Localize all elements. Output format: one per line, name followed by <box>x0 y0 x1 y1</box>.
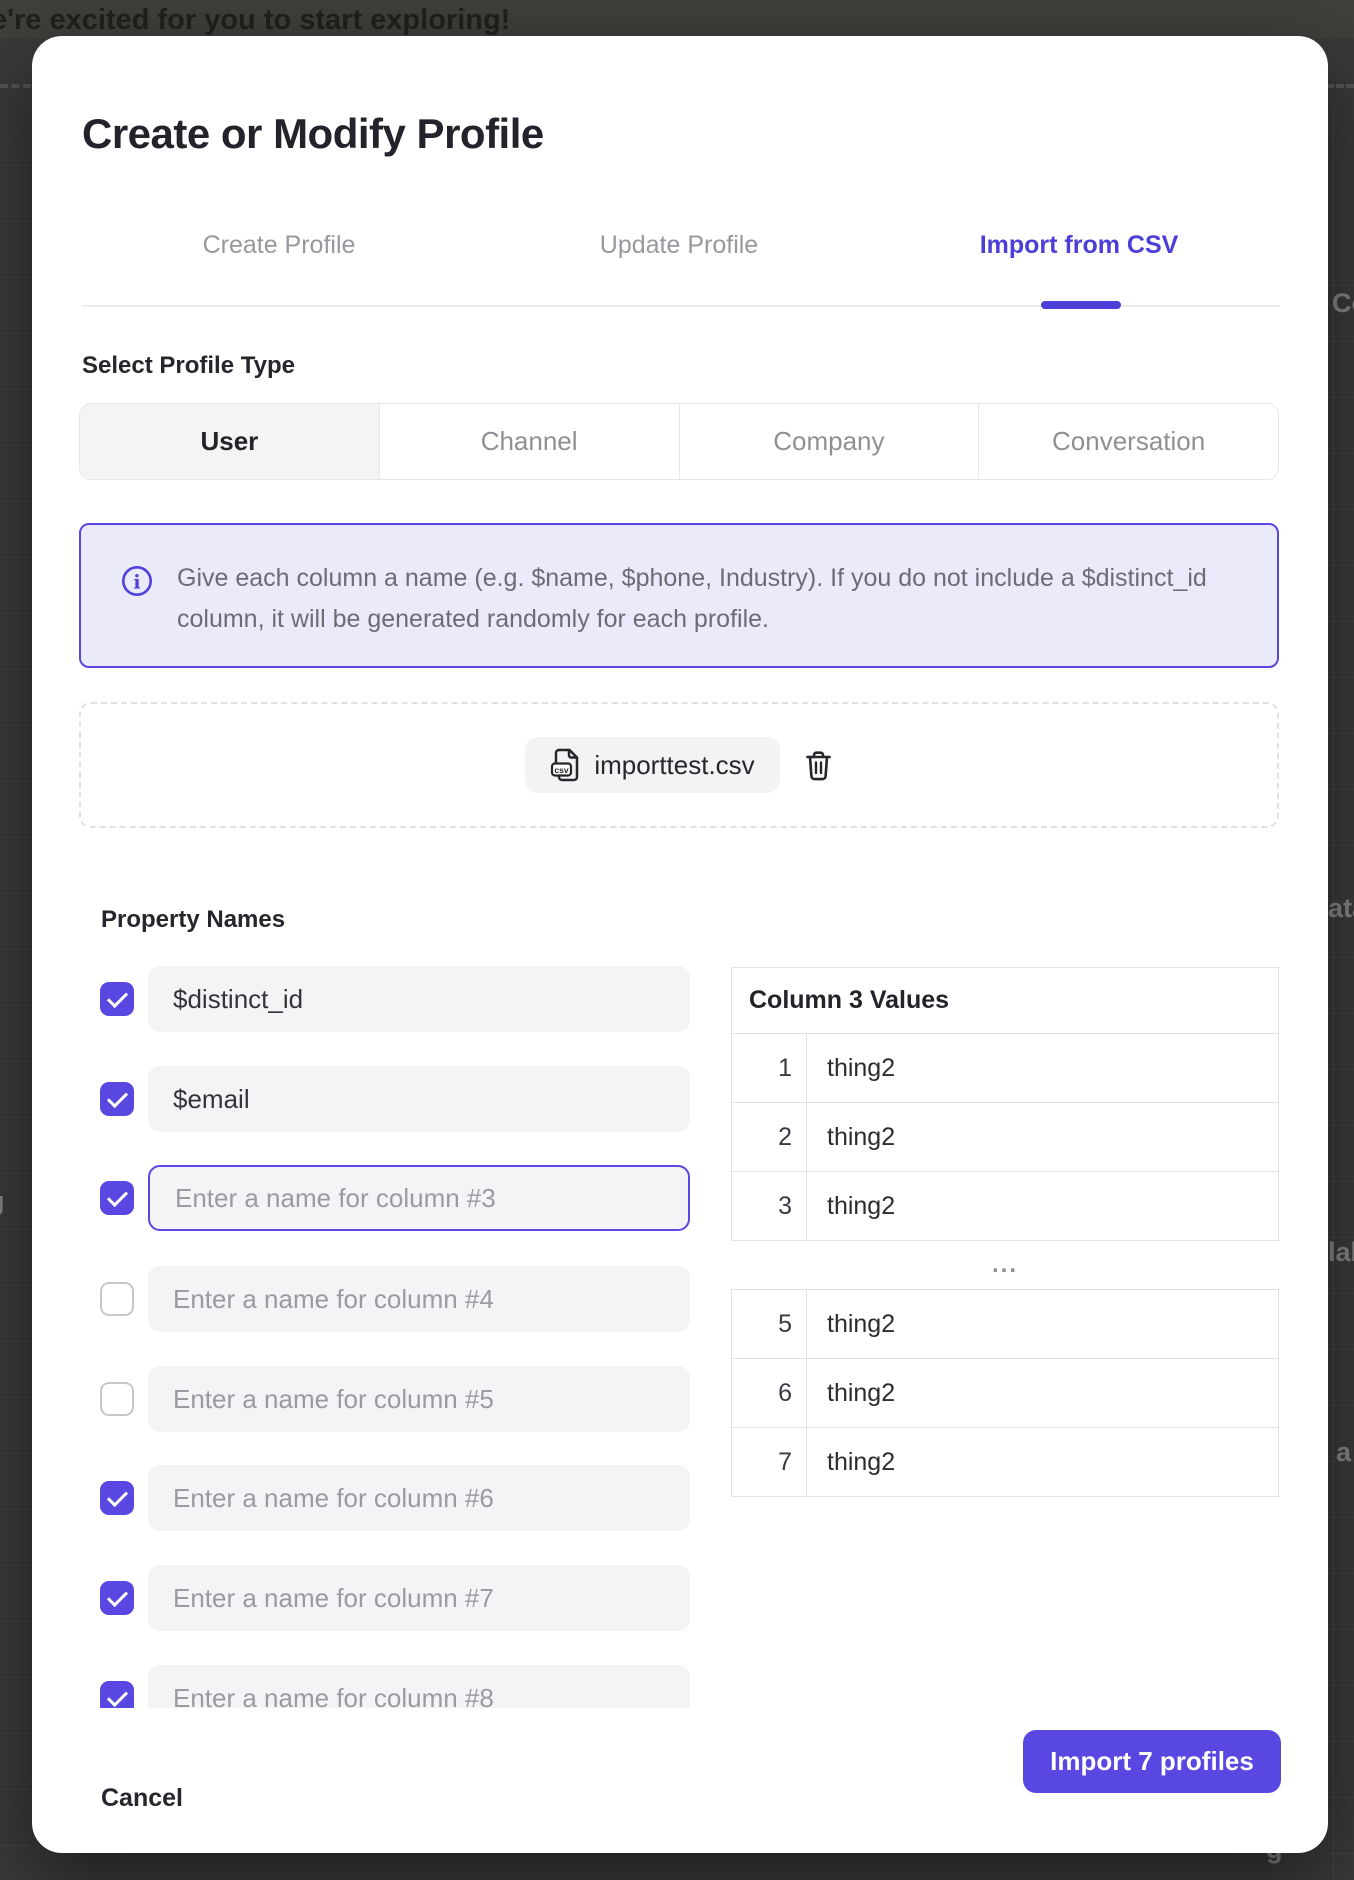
property-name-input[interactable] <box>148 1266 690 1332</box>
table-row: 6 thing2 <box>732 1358 1278 1427</box>
property-row <box>100 1565 690 1631</box>
info-icon: i <box>120 564 154 603</box>
page-title: Create or Modify Profile <box>82 110 544 158</box>
column-checkbox[interactable] <box>100 982 134 1016</box>
background-text-fragment: a <box>1336 1437 1351 1468</box>
column-checkbox[interactable] <box>100 1181 134 1215</box>
property-name-input[interactable] <box>148 1066 690 1132</box>
table-row: 5 thing2 <box>732 1290 1278 1358</box>
column-values-preview-table: Column 3 Values 1 thing2 2 thing2 3 thin… <box>731 967 1279 1497</box>
profile-type-label: Select Profile Type <box>82 352 295 380</box>
segment-company[interactable]: Company <box>680 404 980 479</box>
row-value: thing2 <box>807 1359 1278 1427</box>
property-row <box>100 1465 690 1531</box>
property-row <box>100 1066 690 1132</box>
column-checkbox[interactable] <box>100 1481 134 1515</box>
values-table-top-group: 1 thing2 2 thing2 3 thing2 <box>731 1034 1279 1241</box>
scrollable-mapping-area[interactable]: Property Names <box>32 888 1328 1708</box>
csv-dropzone[interactable]: csv importtest.csv <box>79 702 1279 828</box>
background-table-rows <box>0 110 31 1880</box>
row-number: 6 <box>732 1359 807 1427</box>
column-checkbox[interactable] <box>100 1581 134 1615</box>
property-row <box>100 1366 690 1432</box>
property-name-input[interactable] <box>148 966 690 1032</box>
active-tab-indicator <box>1041 301 1121 309</box>
row-number: 1 <box>732 1034 807 1102</box>
column-checkbox[interactable] <box>100 1282 134 1316</box>
create-or-modify-profile-modal: Create or Modify Profile Create Profile … <box>32 36 1328 1853</box>
column-checkbox[interactable] <box>100 1681 134 1708</box>
property-name-input[interactable] <box>148 1366 690 1432</box>
property-names-heading: Property Names <box>101 906 285 934</box>
background-text-fragment: g <box>0 1186 5 1217</box>
background-column-line <box>1333 110 1334 1880</box>
table-row: 1 thing2 <box>732 1034 1278 1102</box>
row-number: 5 <box>732 1290 807 1358</box>
property-name-input[interactable] <box>148 1165 690 1231</box>
cancel-button[interactable]: Cancel <box>101 1784 183 1813</box>
background-table-rows <box>1327 230 1354 1880</box>
property-row <box>100 1665 690 1708</box>
background-divider <box>1326 84 1354 88</box>
property-row <box>100 1165 690 1231</box>
uploaded-file-chip: csv importtest.csv <box>525 737 779 793</box>
table-row: 3 thing2 <box>732 1171 1278 1240</box>
background-banner: e're excited for you to start exploring! <box>0 0 1354 38</box>
row-value: thing2 <box>807 1103 1278 1171</box>
segment-channel[interactable]: Channel <box>380 404 680 479</box>
tab-import-from-csv[interactable]: Import from CSV <box>879 217 1279 273</box>
row-value: thing2 <box>807 1034 1278 1102</box>
row-value: thing2 <box>807 1290 1278 1358</box>
property-row <box>100 1266 690 1332</box>
svg-text:csv: csv <box>555 765 569 775</box>
values-table-header: Column 3 Values <box>731 967 1279 1034</box>
remove-file-button[interactable] <box>804 749 833 782</box>
csv-file-icon: csv <box>550 747 581 783</box>
column-checkbox[interactable] <box>100 1082 134 1116</box>
row-number: 2 <box>732 1103 807 1171</box>
info-banner-text: Give each column a name (e.g. $name, $ph… <box>177 558 1217 640</box>
background-divider <box>0 84 31 88</box>
background-text-fragment: ata <box>1328 893 1354 924</box>
property-name-input[interactable] <box>148 1665 690 1708</box>
modal-tabs: Create Profile Update Profile Import fro… <box>79 217 1279 273</box>
uploaded-file-name: importtest.csv <box>594 750 754 781</box>
row-number: 7 <box>732 1428 807 1496</box>
banner-text: e're excited for you to start exploring! <box>0 4 510 37</box>
import-profiles-button[interactable]: Import 7 profiles <box>1023 1730 1281 1793</box>
tab-create-profile[interactable]: Create Profile <box>79 217 479 273</box>
trash-icon <box>804 749 833 782</box>
profile-type-segmented-control: User Channel Company Conversation <box>79 403 1279 480</box>
segment-conversation[interactable]: Conversation <box>979 404 1278 479</box>
background-text-fragment: lab <box>1328 1237 1354 1268</box>
column-checkbox[interactable] <box>100 1382 134 1416</box>
tab-update-profile[interactable]: Update Profile <box>479 217 879 273</box>
table-row: 7 thing2 <box>732 1427 1278 1496</box>
background-text-fragment: Col <box>1332 288 1354 319</box>
row-number: 3 <box>732 1172 807 1240</box>
row-value: thing2 <box>807 1428 1278 1496</box>
property-row <box>100 966 690 1032</box>
table-row: 2 thing2 <box>732 1102 1278 1171</box>
row-value: thing2 <box>807 1172 1278 1240</box>
property-name-input[interactable] <box>148 1465 690 1531</box>
info-banner: i Give each column a name (e.g. $name, $… <box>79 523 1279 668</box>
rows-ellipsis: ... <box>731 1241 1279 1289</box>
property-name-input[interactable] <box>148 1565 690 1631</box>
segment-user[interactable]: User <box>80 404 380 479</box>
svg-text:i: i <box>133 572 140 594</box>
values-table-bottom-group: 5 thing2 6 thing2 7 thing2 <box>731 1289 1279 1497</box>
